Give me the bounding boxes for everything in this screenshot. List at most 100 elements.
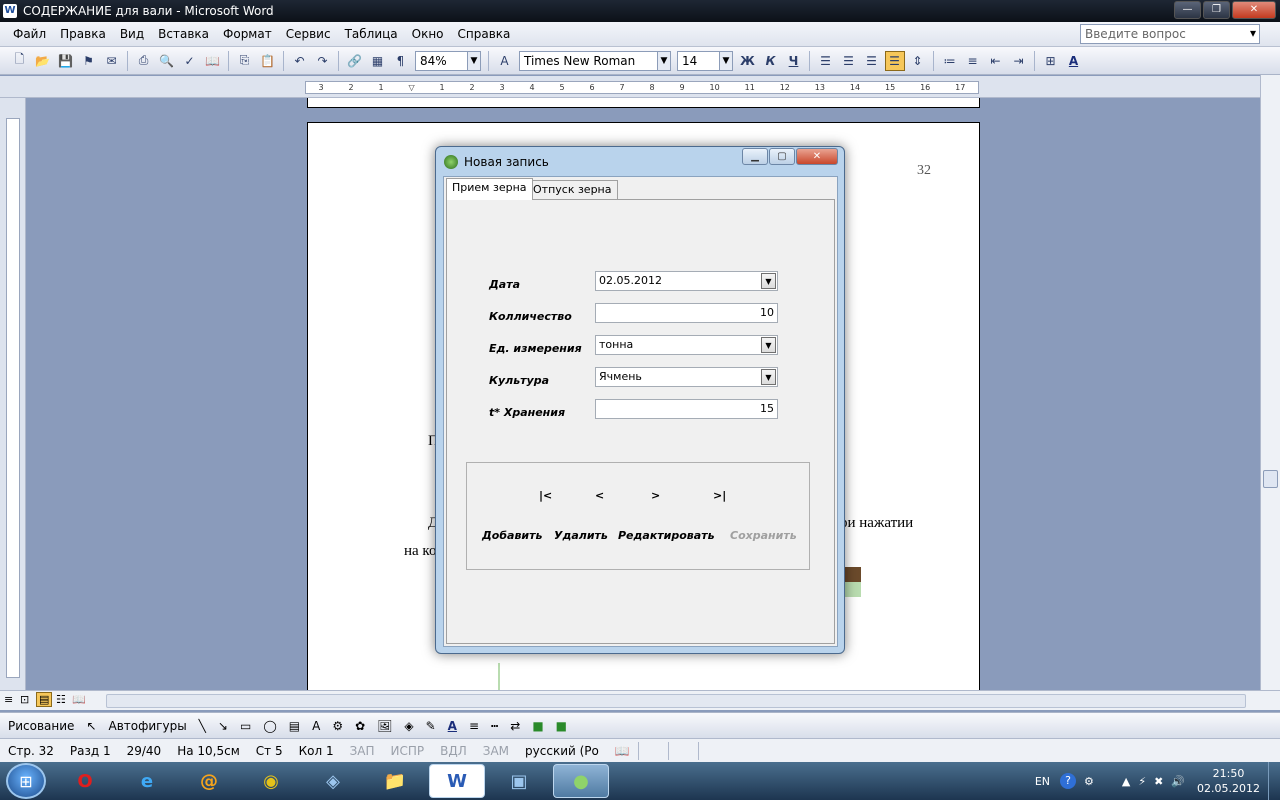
dialog-close-button[interactable]: ✕ [796, 148, 838, 165]
tab-dispatch[interactable]: Отпуск зерна [527, 180, 618, 200]
undo-icon[interactable]: ↶ [290, 51, 310, 71]
decrease-indent-icon[interactable]: ⇤ [986, 51, 1006, 71]
research-icon[interactable]: 📖 [203, 51, 223, 71]
menu-format[interactable]: Формат [223, 27, 272, 41]
tab-receiving[interactable]: Прием зерна [446, 178, 533, 200]
font-select[interactable]: Times New Roman ▼ [519, 50, 671, 71]
quantity-field[interactable]: 10 [595, 303, 778, 323]
align-center-icon[interactable]: ☰ [839, 51, 859, 71]
underline-button[interactable]: Ч [784, 51, 804, 71]
save-icon[interactable]: 💾 [56, 51, 76, 71]
table-icon[interactable]: ▦ [368, 51, 388, 71]
first-record-button[interactable]: |< [539, 489, 552, 502]
word-taskbar-icon[interactable]: W [429, 764, 485, 798]
minimize-button[interactable]: — [1174, 1, 1201, 19]
spelling-icon[interactable]: ✓ [180, 51, 200, 71]
increase-indent-icon[interactable]: ⇥ [1009, 51, 1029, 71]
paragraph-mark-icon[interactable]: ¶ [391, 51, 411, 71]
select-objects-icon[interactable]: ↖ [86, 719, 96, 733]
next-record-button[interactable]: > [651, 489, 660, 502]
edit-button[interactable]: Редактировать [618, 529, 715, 542]
arrow-style-icon[interactable]: ⇄ [510, 719, 520, 733]
spelling-status-icon[interactable]: 📖 [607, 744, 638, 758]
picture-viewer-icon[interactable]: ▣ [491, 764, 547, 798]
status-trk[interactable]: ИСПР [383, 744, 433, 758]
borders-icon[interactable]: ⊞ [1041, 51, 1061, 71]
last-record-button[interactable]: >| [713, 489, 726, 502]
date-picker[interactable]: 02.05.2012 ▼ [595, 271, 778, 291]
grain-app-taskbar-icon[interactable]: ● [553, 764, 609, 798]
fill-color-icon[interactable]: ◈ [404, 719, 413, 733]
crop-select[interactable]: Ячмень ▼ [595, 367, 778, 387]
bullets-icon[interactable]: ≡ [963, 51, 983, 71]
status-ovr[interactable]: ЗАМ [475, 744, 517, 758]
oval-icon[interactable]: ◯ [263, 719, 276, 733]
zoom-select[interactable]: 84% ▼ [415, 50, 481, 71]
hyperlink-icon[interactable]: 🔗 [345, 51, 365, 71]
clipart-icon[interactable]: ✿ [355, 719, 365, 733]
bold-button[interactable]: Ж [738, 51, 758, 71]
line-spacing-icon[interactable]: ⇕ [908, 51, 928, 71]
scrollbar-track[interactable] [106, 694, 1246, 708]
language-indicator[interactable]: EN [1035, 775, 1050, 788]
close-button[interactable]: ✕ [1232, 1, 1276, 19]
chrome-icon[interactable]: ◉ [243, 764, 299, 798]
menu-window[interactable]: Окно [412, 27, 444, 41]
reading-view-icon[interactable]: 📖 [72, 693, 86, 706]
picture-icon[interactable]: 🖼 [377, 719, 392, 733]
delete-button[interactable]: Удалить [554, 529, 608, 542]
font-color-icon[interactable]: A [1064, 51, 1084, 71]
opera-icon[interactable]: O [57, 764, 113, 798]
drawing-menu[interactable]: Рисование [8, 719, 74, 733]
volume-icon[interactable]: 🔊 [1171, 775, 1185, 788]
numbering-icon[interactable]: ≔ [940, 51, 960, 71]
print-layout-icon[interactable]: ▤ [36, 692, 53, 707]
explorer-folder-icon[interactable]: 📁 [367, 764, 423, 798]
print-icon[interactable]: ⎙ [134, 51, 154, 71]
outline-view-icon[interactable]: ☷ [56, 693, 66, 706]
scrollbar-thumb[interactable] [1263, 470, 1278, 488]
menu-file[interactable]: Файл [13, 27, 46, 41]
open-folder-icon[interactable]: 📂 [33, 51, 53, 71]
align-left-icon[interactable]: ☰ [816, 51, 836, 71]
new-document-icon[interactable]: 🗋 [10, 51, 30, 71]
justify-icon[interactable]: ☰ [884, 50, 905, 71]
menu-insert[interactable]: Вставка [158, 27, 209, 41]
storage-temp-field[interactable]: 15 [595, 399, 778, 419]
email-icon[interactable]: ✉ [102, 51, 122, 71]
vertical-scrollbar[interactable] [1260, 75, 1280, 690]
horizontal-ruler[interactable]: 3 2 1 ▽ 1 2 3 4 5 6 7 8 9 10 11 12 13 14 15 16 17 [0, 76, 1280, 98]
menu-help[interactable]: Справка [458, 27, 511, 41]
shadow-icon[interactable]: ■ [532, 719, 543, 733]
align-right-icon[interactable]: ☰ [862, 51, 882, 71]
menu-edit[interactable]: Правка [60, 27, 106, 41]
save-button[interactable]: Сохранить [730, 529, 797, 542]
font-color-icon[interactable]: A [448, 719, 457, 733]
line-icon[interactable]: ╲ [199, 719, 206, 733]
start-button[interactable]: ⊞ [6, 763, 46, 799]
status-language[interactable]: русский (Ро [517, 744, 607, 758]
print-preview-icon[interactable]: 🔍 [157, 51, 177, 71]
menu-table[interactable]: Таблица [345, 27, 398, 41]
dialog-minimize-button[interactable]: ▁ [742, 148, 768, 165]
italic-button[interactable]: К [761, 51, 781, 71]
chevron-down-icon[interactable]: ▼ [761, 337, 776, 353]
show-desktop-button[interactable] [1268, 762, 1280, 800]
textbox-icon[interactable]: ▤ [289, 719, 300, 733]
tray-settings-icon[interactable]: ⚙ [1084, 775, 1094, 788]
rectangle-icon[interactable]: ▭ [240, 719, 251, 733]
dialog-maximize-button[interactable]: ▢ [769, 148, 795, 165]
internet-explorer-icon[interactable]: e [119, 764, 175, 798]
chevron-down-icon[interactable]: ▼ [761, 369, 776, 385]
prev-record-button[interactable]: < [595, 489, 604, 502]
network-icon[interactable]: ✖ [1154, 775, 1163, 788]
font-size-select[interactable]: 14 ▼ [677, 50, 733, 71]
help-search-input[interactable]: Введите вопрос [1080, 24, 1260, 44]
mail-agent-icon[interactable]: @ [181, 764, 237, 798]
status-ext[interactable]: ВДЛ [432, 744, 475, 758]
unit-select[interactable]: тонна ▼ [595, 335, 778, 355]
power-icon[interactable]: ⚡ [1138, 775, 1146, 788]
redo-icon[interactable]: ↷ [313, 51, 333, 71]
copy-icon[interactable]: ⎘ [235, 51, 255, 71]
menu-view[interactable]: Вид [120, 27, 144, 41]
